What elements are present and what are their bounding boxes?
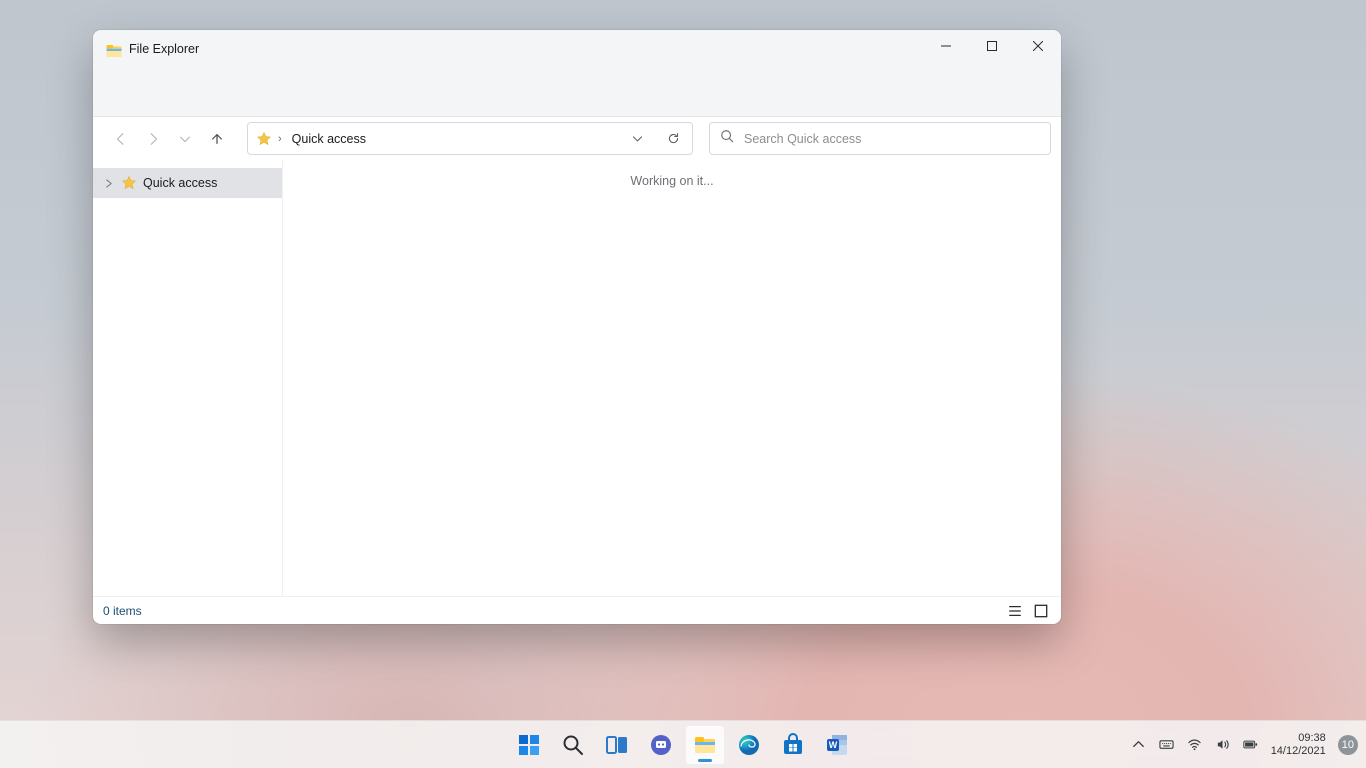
search-input[interactable]	[744, 132, 1040, 146]
store-button[interactable]	[773, 725, 813, 765]
notifications-button[interactable]: 10	[1338, 735, 1358, 755]
clock-date: 14/12/2021	[1271, 745, 1326, 758]
edge-button[interactable]	[729, 725, 769, 765]
item-count-text: 0 items	[103, 604, 142, 618]
file-explorer-window: File Explorer	[93, 30, 1061, 624]
close-button[interactable]	[1015, 30, 1061, 62]
up-button[interactable]	[201, 123, 233, 155]
star-icon	[256, 131, 272, 147]
clock-time: 09:38	[1271, 732, 1326, 745]
chevron-right-icon: ›	[278, 133, 282, 145]
taskbar-center: W	[509, 725, 857, 765]
battery-icon[interactable]	[1243, 737, 1259, 753]
sidebar-item-label: Quick access	[143, 176, 217, 190]
sidebar-item-quick-access[interactable]: Quick access	[93, 168, 282, 198]
search-box[interactable]	[709, 122, 1051, 155]
chevron-right-icon[interactable]	[101, 179, 115, 188]
minimize-button[interactable]	[923, 30, 969, 62]
titlebar[interactable]: File Explorer	[93, 30, 1061, 116]
recent-dropdown-button[interactable]	[169, 123, 201, 155]
navigation-pane[interactable]: Quick access	[93, 160, 283, 596]
tray-overflow-button[interactable]	[1131, 737, 1147, 753]
system-tray: 09:38 14/12/2021 10	[1131, 721, 1358, 768]
chat-button[interactable]	[641, 725, 681, 765]
address-bar[interactable]: › Quick access	[247, 122, 693, 155]
status-bar: 0 items	[93, 596, 1061, 624]
back-button[interactable]	[105, 123, 137, 155]
navigation-bar: › Quick access	[93, 116, 1061, 160]
search-icon	[720, 129, 734, 148]
breadcrumb-quick-access[interactable]: Quick access	[288, 128, 370, 150]
details-view-button[interactable]	[1005, 601, 1025, 621]
keyboard-icon[interactable]	[1159, 737, 1175, 753]
content-pane[interactable]: Working on it...	[283, 160, 1061, 596]
taskbar[interactable]: W 09:38 14/12/2021 10	[0, 720, 1366, 768]
refresh-button[interactable]	[658, 125, 688, 153]
file-explorer-icon	[105, 42, 123, 60]
address-dropdown-button[interactable]	[622, 125, 652, 153]
task-view-button[interactable]	[597, 725, 637, 765]
loading-text: Working on it...	[630, 174, 713, 188]
svg-text:W: W	[829, 740, 838, 750]
star-icon	[121, 175, 137, 191]
volume-icon[interactable]	[1215, 737, 1231, 753]
thumbnails-view-button[interactable]	[1031, 601, 1051, 621]
wifi-icon[interactable]	[1187, 737, 1203, 753]
window-title: File Explorer	[129, 42, 199, 56]
taskbar-clock[interactable]: 09:38 14/12/2021	[1271, 732, 1326, 757]
forward-button[interactable]	[137, 123, 169, 155]
maximize-button[interactable]	[969, 30, 1015, 62]
file-explorer-taskbar-button[interactable]	[685, 725, 725, 765]
taskbar-search-button[interactable]	[553, 725, 593, 765]
start-button[interactable]	[509, 725, 549, 765]
desktop: File Explorer	[0, 0, 1366, 768]
word-button[interactable]: W	[817, 725, 857, 765]
